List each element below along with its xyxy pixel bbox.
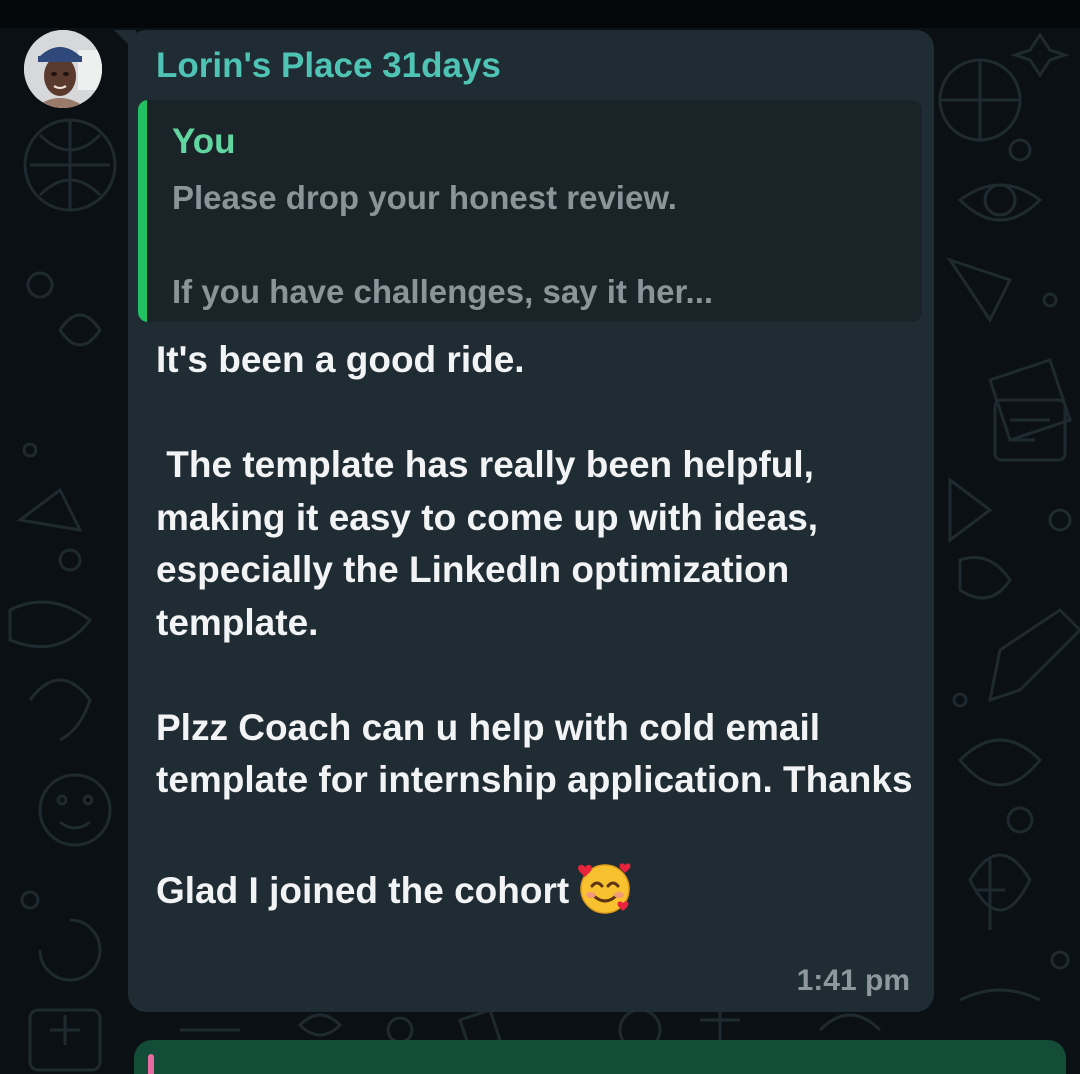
chat-background: Lorin's Place 31days You Please drop you… [0, 0, 1080, 1074]
message-timestamp: 1:41 pm [796, 964, 910, 997]
message-text: It's been a good ride. The template has … [156, 339, 913, 911]
quoted-text: Please drop your honest review. If you h… [172, 179, 714, 310]
sender-avatar[interactable] [24, 30, 102, 108]
outgoing-quote-accent [148, 1054, 154, 1074]
sender-name[interactable]: Lorin's Place 31days [156, 46, 501, 86]
outgoing-message-bubble-partial[interactable] [134, 1040, 1066, 1074]
avatar-photo [24, 30, 102, 108]
quote-accent-bar [138, 100, 147, 322]
message-body: It's been a good ride. The template has … [156, 334, 916, 918]
incoming-message-bubble[interactable]: Lorin's Place 31days You Please drop you… [114, 30, 934, 1012]
smiling-face-with-hearts-icon [577, 859, 633, 915]
quoted-message[interactable]: You Please drop your honest review. If y… [138, 100, 922, 322]
bubble-tail [114, 30, 136, 52]
quoted-author: You [172, 122, 236, 161]
